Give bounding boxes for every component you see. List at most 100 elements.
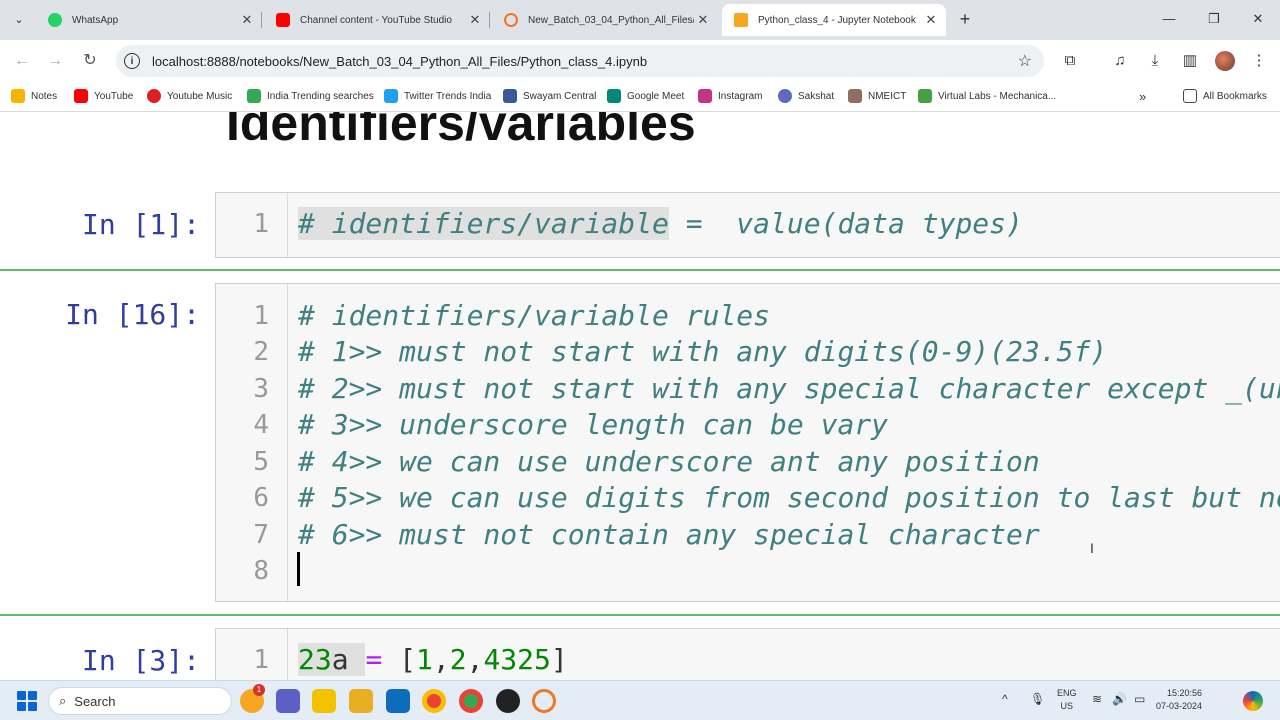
- line-number: 1: [253, 209, 269, 239]
- back-arrow-icon[interactable]: ←: [10, 49, 34, 73]
- line-number: 3: [253, 374, 269, 404]
- show-hidden-icons-chevron-icon[interactable]: ^: [1002, 692, 1008, 706]
- bookmark-label: NMEICT: [868, 90, 907, 102]
- clock-date: 07-03-2024: [1156, 701, 1203, 711]
- url-text[interactable]: localhost:8888/notebooks/New_Batch_03_04…: [152, 54, 647, 69]
- bookmark-youtube[interactable]: YouTube: [74, 89, 133, 103]
- nmeict-icon: [848, 89, 862, 103]
- chrome-icon[interactable]: [422, 689, 446, 713]
- profile-avatar[interactable]: [1215, 51, 1235, 71]
- code-selection: 23a: [298, 643, 366, 676]
- battery-icon[interactable]: ▭: [1134, 692, 1145, 706]
- teams-icon[interactable]: [276, 689, 300, 713]
- taskbar-search-box[interactable]: ⌕ Search: [48, 687, 232, 715]
- twitter-icon: [384, 89, 398, 103]
- cell-separator: [0, 614, 1280, 616]
- system-clock[interactable]: 15:20:56 07-03-2024: [1156, 687, 1202, 713]
- mail-icon[interactable]: [386, 689, 410, 713]
- bookmark-google-meet[interactable]: Google Meet: [607, 89, 684, 103]
- restore-icon[interactable]: ❐: [1199, 8, 1229, 30]
- bookmark-label: India Trending searches: [267, 90, 374, 102]
- chrome-active-icon[interactable]: [459, 689, 483, 713]
- tab-strip: ⌄ WhatsApp ✕ Channel content - YouTube S…: [0, 0, 1280, 40]
- windows-start-icon[interactable]: [17, 691, 37, 711]
- address-bar[interactable]: i localhost:8888/notebooks/New_Batch_03_…: [116, 45, 1044, 77]
- windows-taskbar: ⌕ Search 1 ^ 🎙 ENG US ≋ 🔊 ▭ 15:20:56 07-…: [0, 680, 1280, 720]
- code-selection: # identifiers/variable: [298, 207, 669, 240]
- bookmark-virtual-labs[interactable]: Virtual Labs - Mechanica...: [918, 89, 1056, 103]
- tab-python-class-4[interactable]: Python_class_4 - Jupyter Notebook ✕: [722, 4, 946, 36]
- bookmark-youtube-music[interactable]: Youtube Music: [147, 89, 232, 103]
- cell-prompt: In [16]:: [65, 298, 200, 331]
- swayam-icon: [503, 89, 517, 103]
- tab-title: New_Batch_03_04_Python_All_Files/: [528, 14, 694, 26]
- line-number: 1: [253, 645, 269, 675]
- close-tab-icon[interactable]: ✕: [466, 12, 484, 28]
- jupyter-app-icon[interactable]: [532, 689, 556, 713]
- downloads-icon[interactable]: ⤓: [1144, 50, 1166, 72]
- tab-jupyter-tree[interactable]: New_Batch_03_04_Python_All_Files/ ✕: [492, 4, 718, 36]
- wifi-icon[interactable]: ≋: [1092, 692, 1102, 706]
- line-number-gutter: 1: [216, 193, 288, 257]
- line-number: 4: [253, 410, 269, 440]
- side-panel-icon[interactable]: ▥: [1179, 50, 1201, 72]
- bookmark-twitter-trends[interactable]: Twitter Trends India: [384, 89, 491, 103]
- bookmark-label: Swayam Central: [523, 90, 597, 102]
- new-tab-plus-icon[interactable]: +: [955, 8, 975, 30]
- code-cell-editor[interactable]: 1 23a = [1,2,4325]: [215, 628, 1280, 680]
- bookmark-star-icon[interactable]: ☆: [1018, 51, 1032, 71]
- close-tab-icon[interactable]: ✕: [694, 12, 712, 28]
- more-bookmarks-chevron-icon[interactable]: »: [1139, 89, 1146, 104]
- cell-prompt: In [1]:: [81, 208, 200, 241]
- tab-title: WhatsApp: [72, 14, 119, 26]
- code-cell-editor[interactable]: 1 # identifiers/variable = value(data ty…: [215, 192, 1280, 258]
- bookmarks-bar: Notes YouTube Youtube Music India Trendi…: [0, 82, 1280, 112]
- close-tab-icon[interactable]: ✕: [238, 12, 256, 28]
- reload-icon[interactable]: ↻: [78, 49, 102, 73]
- language-indicator[interactable]: ENG US: [1057, 687, 1077, 713]
- tab-youtube-studio[interactable]: Channel content - YouTube Studio ✕: [264, 4, 490, 36]
- tab-search-chevron-icon[interactable]: ⌄: [8, 8, 30, 30]
- sakshat-icon: [778, 89, 792, 103]
- cell-prompt: In [3]:: [81, 644, 200, 677]
- bookmark-notes[interactable]: Notes: [11, 89, 57, 103]
- minimize-icon[interactable]: —: [1154, 8, 1184, 30]
- bookmark-india-trending[interactable]: India Trending searches: [247, 89, 374, 103]
- folder-app-icon[interactable]: [349, 689, 373, 713]
- microphone-icon[interactable]: 🎙: [1030, 692, 1045, 706]
- youtube-icon: [74, 89, 88, 103]
- file-explorer-icon[interactable]: [312, 689, 336, 713]
- bookmark-swayam[interactable]: Swayam Central: [503, 89, 596, 103]
- all-bookmarks-button[interactable]: All Bookmarks: [1183, 89, 1267, 103]
- youtube-music-icon: [147, 89, 161, 103]
- bookmark-instagram[interactable]: Instagram: [698, 89, 762, 103]
- search-label: Search: [74, 693, 116, 709]
- line-number-gutter: 1: [216, 629, 288, 680]
- instagram-icon: [698, 89, 712, 103]
- volume-icon[interactable]: 🔊: [1112, 692, 1127, 706]
- forward-arrow-icon[interactable]: →: [43, 49, 67, 73]
- tab-whatsapp[interactable]: WhatsApp ✕: [36, 4, 262, 36]
- bookmark-label: Sakshat: [798, 90, 835, 102]
- youtube-icon: [276, 13, 290, 27]
- bookmark-label: Instagram: [718, 90, 763, 102]
- code-line: # 3>> underscore length can be vary: [298, 408, 889, 441]
- code-line: # 5>> we can use digits from second posi…: [298, 481, 1280, 514]
- bookmark-sakshat[interactable]: Sakshat: [778, 89, 834, 103]
- copilot-icon[interactable]: [1243, 691, 1263, 711]
- notebook-area: Identifiers/variables In [1]: 1 # identi…: [0, 112, 1280, 680]
- media-controls-icon[interactable]: ♫: [1109, 50, 1131, 72]
- code-line: # identifiers/variable = value(data type…: [298, 207, 1023, 240]
- extensions-puzzle-icon[interactable]: ⧉: [1059, 50, 1081, 72]
- kebab-menu-icon[interactable]: ⋮: [1248, 50, 1270, 72]
- code-cell-editor-active[interactable]: 1 2 3 4 5 6 7 8 # identifiers/variable r…: [215, 283, 1280, 602]
- code-line: # 2>> must not start with any special ch…: [298, 372, 1280, 405]
- notes-icon: [11, 89, 25, 103]
- site-info-icon[interactable]: i: [124, 53, 140, 69]
- close-tab-icon[interactable]: ✕: [922, 12, 940, 28]
- tab-title: Python_class_4 - Jupyter Notebook: [758, 14, 916, 26]
- close-window-icon[interactable]: ✕: [1243, 8, 1273, 30]
- obs-recorder-icon[interactable]: [496, 689, 520, 713]
- bookmark-nmeict[interactable]: NMEICT: [848, 89, 906, 103]
- whatsapp-icon: [48, 13, 62, 27]
